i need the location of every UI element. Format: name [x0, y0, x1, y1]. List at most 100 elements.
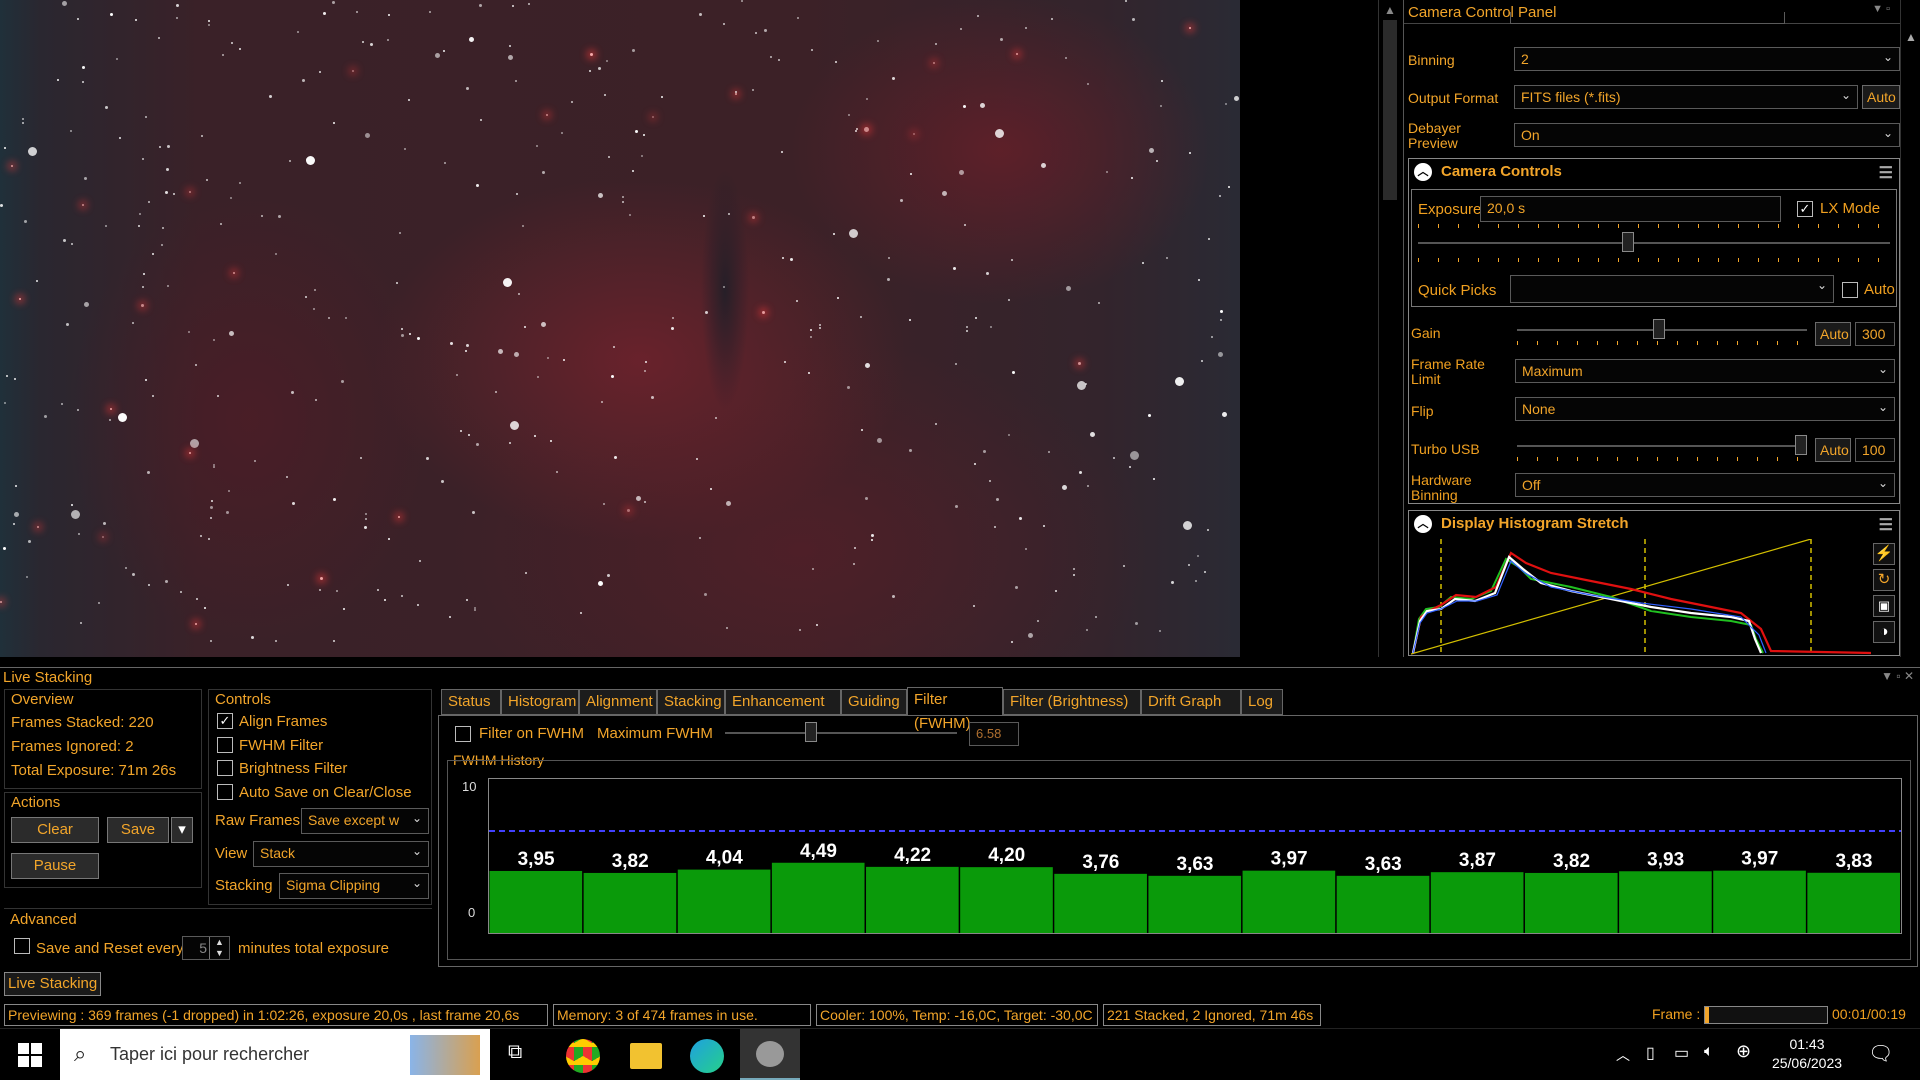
menu-icon[interactable]: ☰: [1879, 515, 1893, 535]
hardware-binning-select[interactable]: Off ⌄: [1515, 473, 1895, 497]
star: [28, 540, 31, 543]
tab-histogram[interactable]: Histogram: [501, 689, 579, 715]
tab-filter-fwhm[interactable]: Filter (FWHM): [907, 687, 1003, 732]
sharpcap-taskbar-button[interactable]: [740, 1029, 800, 1080]
star: [1043, 525, 1045, 527]
exposure-input[interactable]: 20,0 s: [1480, 196, 1781, 222]
flip-select[interactable]: None ⌄: [1515, 397, 1895, 421]
show-hidden-icons-icon[interactable]: ︿: [1616, 1045, 1630, 1065]
align-frames-checkbox[interactable]: ✓: [217, 713, 233, 729]
reset-icon[interactable]: ↻: [1873, 569, 1895, 591]
tab-guiding[interactable]: Guiding: [841, 689, 907, 715]
star: [319, 589, 321, 591]
fwhm-filter-checkbox[interactable]: [217, 737, 233, 753]
view-select[interactable]: Stack ⌄: [253, 841, 429, 867]
chevron-down-icon: ⌄: [1882, 50, 1893, 64]
pause-button[interactable]: Pause: [11, 853, 99, 879]
star: [796, 300, 798, 302]
gain-value-input[interactable]: 300: [1855, 322, 1895, 346]
output-format-select[interactable]: FITS files (*.fits) ⌄: [1514, 85, 1858, 109]
file-explorer-icon[interactable]: [630, 1043, 662, 1069]
max-fwhm-slider-thumb[interactable]: [805, 722, 817, 742]
gain-auto-button[interactable]: Auto: [1815, 322, 1851, 346]
exposure-slider[interactable]: [1418, 242, 1890, 244]
auto-save-checkbox[interactable]: [217, 784, 233, 800]
exposure-slider-thumb[interactable]: [1622, 232, 1634, 252]
minutes-stepper[interactable]: 5 ▲ ▼: [182, 936, 230, 960]
battery-icon[interactable]: ▭: [1674, 1043, 1689, 1063]
star: [514, 352, 519, 357]
live-stacking-bottom-tab[interactable]: Live Stacking: [4, 972, 102, 996]
volume-icon[interactable]: 🔈︎: [1704, 1043, 1714, 1061]
gain-slider-thumb[interactable]: [1653, 319, 1665, 339]
fwhm-bar: [583, 872, 677, 933]
save-reset-checkbox[interactable]: [14, 938, 30, 954]
raw-frames-select[interactable]: Save except w ⌄: [301, 808, 429, 834]
camera-controls-header[interactable]: ︿ Camera Controls ☰: [1409, 159, 1899, 185]
edge-icon[interactable]: [690, 1039, 724, 1073]
tab-alignment[interactable]: Alignment: [579, 689, 657, 715]
scroll-up-icon[interactable]: ▲: [1384, 3, 1396, 17]
tab-filter-brightness[interactable]: Filter (Brightness): [1003, 689, 1141, 715]
tab-status[interactable]: Status: [441, 689, 501, 715]
star: [141, 304, 144, 307]
brightness-filter-checkbox[interactable]: [217, 760, 233, 776]
save-dropdown-icon[interactable]: ▾: [171, 817, 193, 843]
histogram-header[interactable]: ︿ Display Histogram Stretch ☰: [1409, 511, 1899, 537]
turbo-usb-slider-thumb[interactable]: [1795, 435, 1807, 455]
turbo-usb-auto-button[interactable]: Auto: [1815, 438, 1851, 462]
max-fwhm-value[interactable]: 6.58: [969, 722, 1019, 746]
collapse-icon[interactable]: ︿: [1414, 515, 1432, 533]
capture-area-combo-clipped[interactable]: [1510, 12, 1785, 24]
star: [1077, 381, 1086, 390]
star: [345, 317, 347, 319]
taskbar-search-box[interactable]: ⌕ Taper ici pour rechercher: [60, 1029, 490, 1080]
fwhm-history-chart[interactable]: 3,95 3,82 4,04 4,49 4,22 4,20 3,76 3,63 3,97 3,63…: [488, 778, 1902, 934]
windows-start-icon[interactable]: [18, 1043, 42, 1067]
star: [217, 395, 219, 397]
collapse-icon[interactable]: ︿: [1414, 163, 1432, 181]
camera-preview-image[interactable]: [0, 0, 1240, 657]
tab-log[interactable]: Log: [1241, 689, 1283, 715]
star: [118, 413, 127, 422]
turbo-usb-value-input[interactable]: 100: [1855, 438, 1895, 462]
save-icon[interactable]: ▣: [1873, 595, 1895, 617]
max-fwhm-slider[interactable]: [725, 732, 957, 734]
star: [466, 344, 469, 347]
frame-rate-select[interactable]: Maximum ⌄: [1515, 359, 1895, 383]
tab-drift-graph[interactable]: Drift Graph: [1141, 689, 1241, 715]
tab-enhancement[interactable]: Enhancement: [725, 689, 841, 715]
debayer-select[interactable]: On ⌄: [1514, 123, 1900, 147]
window-controls-icon[interactable]: ▼ ▫ ✕: [1881, 669, 1914, 683]
star: [80, 622, 82, 624]
device-icon[interactable]: ▯: [1646, 1043, 1655, 1063]
save-button[interactable]: Save: [107, 817, 169, 843]
binning-select[interactable]: 2 ⌄: [1514, 47, 1900, 71]
star: [468, 434, 470, 436]
histogram-plot[interactable]: [1411, 539, 1871, 655]
star: [1073, 574, 1075, 576]
quick-picks-select[interactable]: ⌄: [1510, 275, 1834, 303]
quick-picks-auto-checkbox[interactable]: [1842, 282, 1858, 298]
star: [580, 612, 582, 614]
tab-stacking[interactable]: Stacking: [657, 689, 725, 715]
preview-scrollbar[interactable]: ▲: [1378, 0, 1400, 657]
lx-mode-checkbox[interactable]: ✓: [1797, 201, 1813, 217]
stacking-select[interactable]: Sigma Clipping ⌄: [279, 873, 429, 899]
star: [320, 577, 323, 580]
task-view-icon[interactable]: ⧉: [508, 1041, 522, 1064]
panel-dropdown-icon[interactable]: ▼ ▫: [1872, 3, 1890, 15]
auto-stretch-icon[interactable]: ⚡: [1873, 543, 1895, 565]
clear-button[interactable]: Clear: [11, 817, 99, 843]
notifications-icon[interactable]: 🗨︎: [1868, 1041, 1893, 1066]
scroll-thumb[interactable]: [1383, 20, 1397, 200]
panel-scrollbar[interactable]: ▲: [1900, 0, 1920, 657]
turbo-usb-slider[interactable]: [1517, 445, 1807, 447]
contrast-icon[interactable]: ◑: [1873, 621, 1895, 643]
globe-icon[interactable]: ⊕: [1736, 1041, 1751, 1062]
menu-icon[interactable]: ☰: [1879, 163, 1893, 183]
chrome-icon[interactable]: [566, 1039, 600, 1073]
system-clock[interactable]: 01:43 25/06/2023: [1766, 1035, 1848, 1073]
output-format-auto-button[interactable]: Auto: [1862, 85, 1900, 109]
filter-on-fwhm-checkbox[interactable]: [455, 726, 471, 742]
